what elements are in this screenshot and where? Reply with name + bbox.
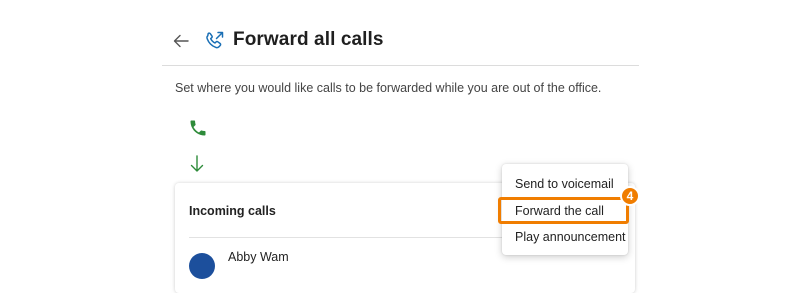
page-description: Set where you would like calls to be for…	[175, 81, 602, 95]
menu-item-play-announcement[interactable]: Play announcement	[502, 224, 628, 250]
menu-item-forward-the-call[interactable]: Forward the call	[502, 198, 628, 224]
back-button[interactable]	[170, 30, 192, 52]
avatar	[189, 253, 215, 279]
header-divider	[162, 65, 639, 66]
arrow-down-icon	[190, 155, 204, 172]
phone-icon	[190, 120, 206, 136]
step-number-badge: 4	[620, 186, 640, 206]
incoming-calls-heading: Incoming calls	[189, 204, 276, 218]
phone-forward-icon	[206, 31, 224, 49]
arrow-left-icon	[173, 34, 189, 48]
menu-item-send-to-voicemail[interactable]: Send to voicemail	[502, 171, 628, 197]
call-action-menu: Send to voicemail Forward the call Play …	[502, 164, 628, 255]
contact-name: Abby Wam	[228, 250, 289, 264]
page-title: Forward all calls	[233, 29, 384, 50]
